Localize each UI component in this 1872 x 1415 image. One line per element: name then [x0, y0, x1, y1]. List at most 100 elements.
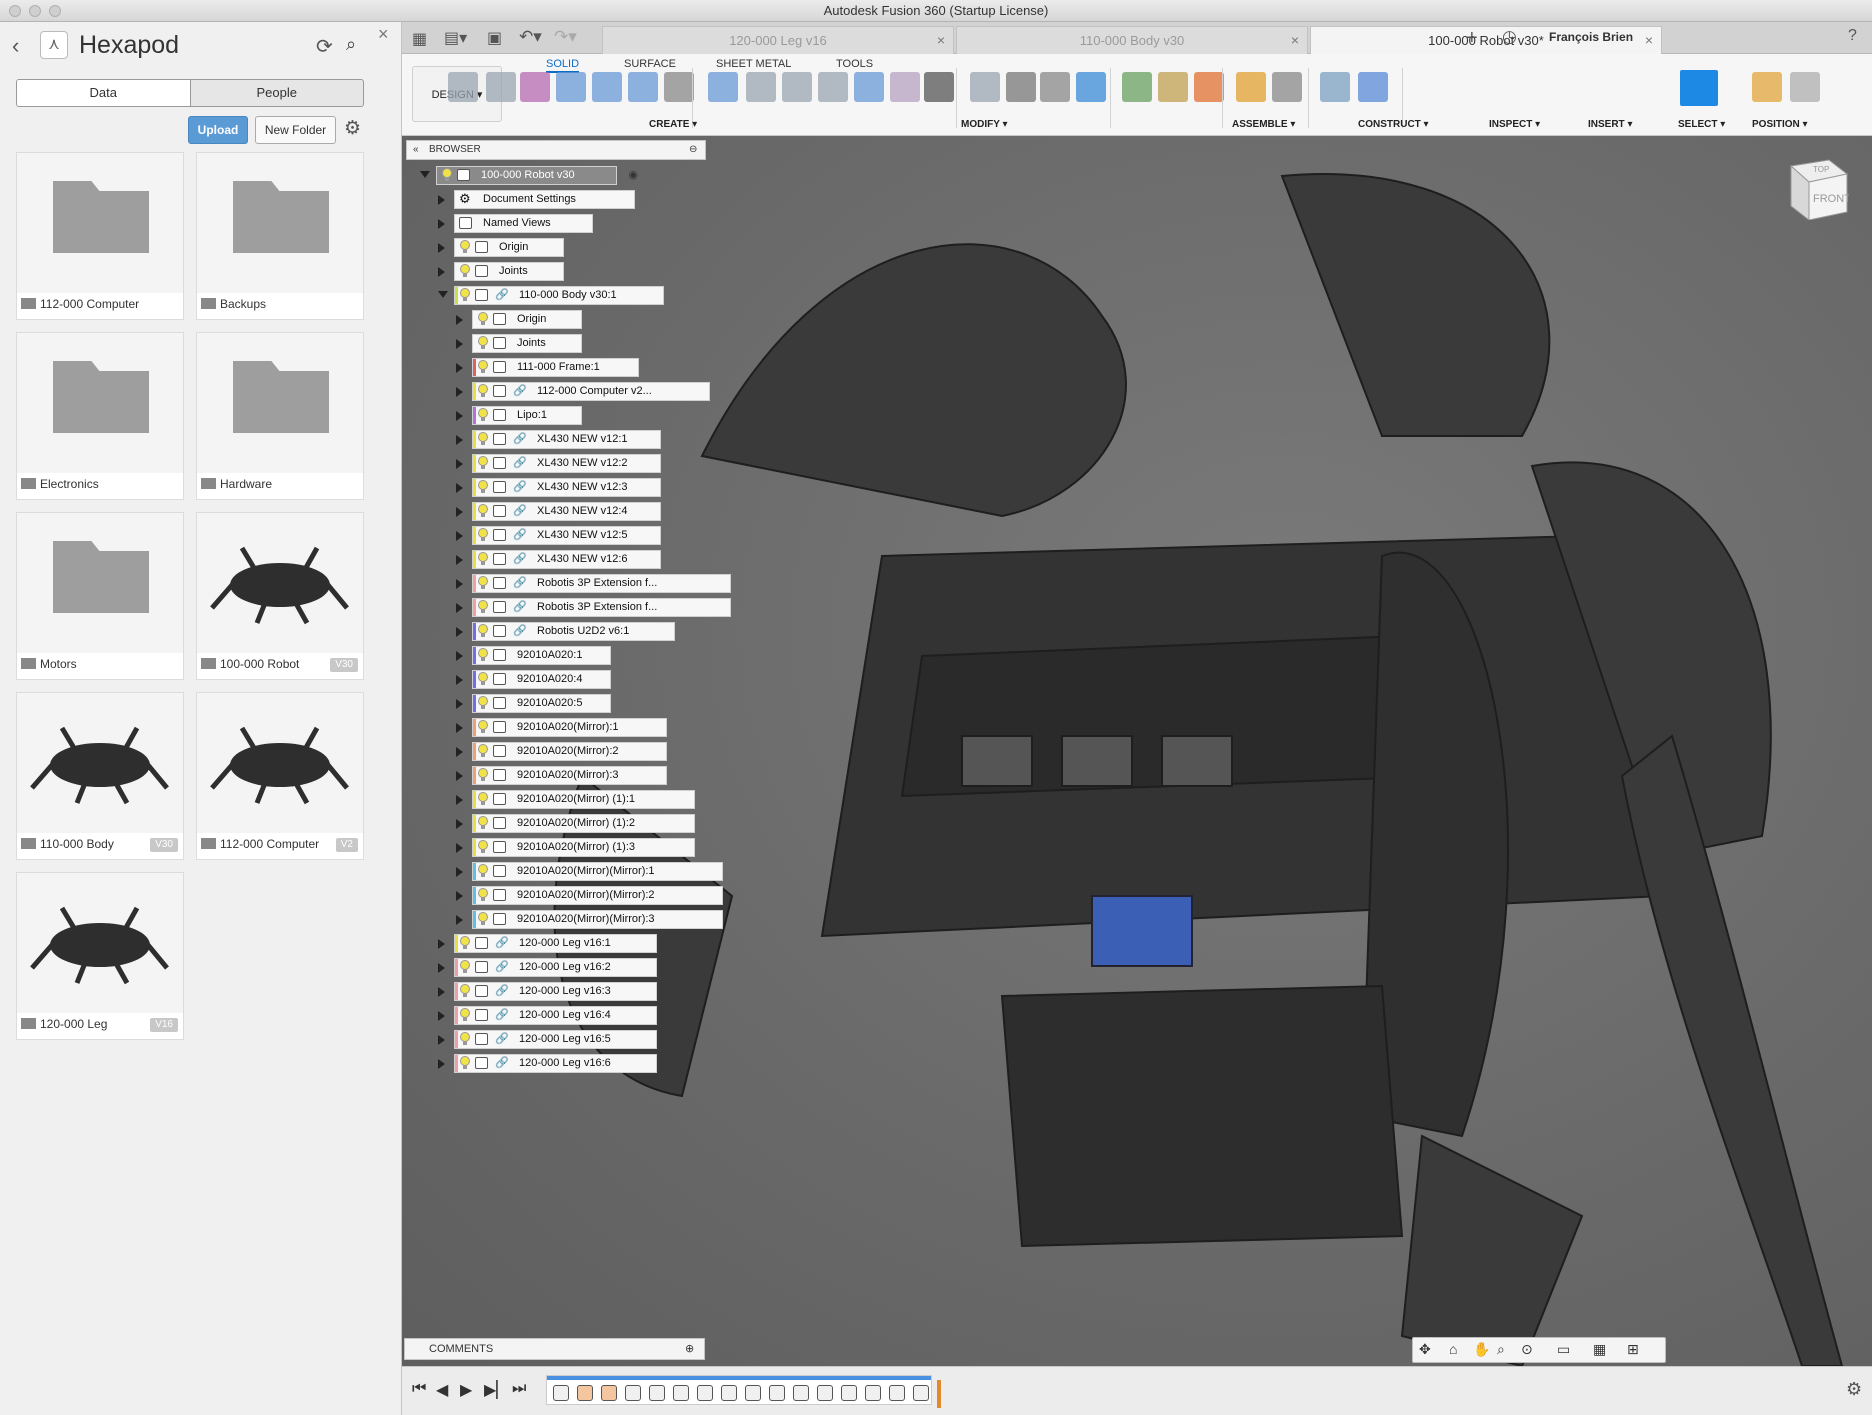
- browser-node[interactable]: 🔗 Robotis 3P Extension f...: [472, 598, 731, 617]
- orbit-icon[interactable]: ✥: [1419, 1341, 1431, 1358]
- expand-arrow-icon[interactable]: [438, 219, 445, 229]
- expand-arrow-icon[interactable]: [456, 411, 463, 421]
- browser-node[interactable]: 🔗 Robotis U2D2 v6:1: [472, 622, 675, 641]
- expand-arrow-icon[interactable]: [438, 267, 445, 277]
- tool-icon[interactable]: [782, 72, 812, 102]
- visibility-toggle[interactable]: [477, 624, 489, 638]
- expand-arrow-icon[interactable]: [438, 963, 445, 973]
- design-tile[interactable]: 120-000 Leg V16: [16, 872, 184, 1040]
- folder-tile[interactable]: Electronics: [16, 332, 184, 500]
- browser-options-icon[interactable]: ⊖: [689, 141, 697, 159]
- expand-arrow-icon[interactable]: [456, 603, 463, 613]
- browser-node[interactable]: 92010A020(Mirror):2: [472, 742, 667, 761]
- comments-panel[interactable]: COMMENTS ⊕: [404, 1338, 705, 1360]
- timeline-feature-icon[interactable]: [625, 1385, 641, 1401]
- browser-node[interactable]: 🔗 120-000 Leg v16:4: [454, 1006, 657, 1025]
- timeline-settings-icon[interactable]: ⚙: [1846, 1379, 1862, 1400]
- tool-icon[interactable]: [1194, 72, 1224, 102]
- browser-node[interactable]: 92010A020(Mirror)(Mirror):2: [472, 886, 723, 905]
- expand-arrow-icon[interactable]: [456, 555, 463, 565]
- visibility-toggle[interactable]: [477, 312, 489, 326]
- tool-icon[interactable]: [628, 72, 658, 102]
- go-to-start-icon[interactable]: ⏮: [412, 1380, 426, 1398]
- collapse-arrow-icon[interactable]: [420, 171, 430, 178]
- position-menu[interactable]: POSITION ▾: [1752, 119, 1808, 130]
- expand-arrow-icon[interactable]: [456, 483, 463, 493]
- visibility-toggle[interactable]: [459, 1056, 471, 1070]
- browser-node[interactable]: 🔗 XL430 NEW v12:3: [472, 478, 661, 497]
- timeline-feature-icon[interactable]: [673, 1385, 689, 1401]
- gear-icon[interactable]: ⚙: [344, 117, 361, 140]
- tool-icon[interactable]: [486, 72, 516, 102]
- timeline-feature-icon[interactable]: [817, 1385, 833, 1401]
- expand-arrow-icon[interactable]: [456, 507, 463, 517]
- browser-node[interactable]: 🔗 XL430 NEW v12:1: [472, 430, 661, 449]
- search-icon[interactable]: ⌕: [346, 34, 356, 55]
- visibility-toggle[interactable]: [477, 768, 489, 782]
- visibility-toggle[interactable]: [459, 1008, 471, 1022]
- tool-icon[interactable]: [924, 72, 954, 102]
- expand-arrow-icon[interactable]: [456, 435, 463, 445]
- expand-arrow-icon[interactable]: [438, 939, 445, 949]
- display-settings-icon[interactable]: ▭: [1557, 1341, 1570, 1358]
- expand-arrow-icon[interactable]: [456, 843, 463, 853]
- expand-arrow-icon[interactable]: [456, 339, 463, 349]
- expand-arrow-icon[interactable]: [456, 747, 463, 757]
- expand-arrow-icon[interactable]: [456, 723, 463, 733]
- browser-node[interactable]: Origin: [472, 310, 582, 329]
- tool-icon[interactable]: [1358, 72, 1388, 102]
- visibility-toggle[interactable]: [459, 264, 471, 278]
- browser-node[interactable]: 100-000 Robot v30 ◉: [436, 166, 638, 185]
- timeline-marker[interactable]: [937, 1380, 941, 1408]
- tool-icon[interactable]: [818, 72, 848, 102]
- visibility-toggle[interactable]: [477, 408, 489, 422]
- browser-node[interactable]: 🔗 XL430 NEW v12:4: [472, 502, 661, 521]
- close-icon[interactable]: ×: [378, 24, 389, 45]
- tool-icon[interactable]: [1272, 72, 1302, 102]
- folder-tile[interactable]: 112-000 Computer: [16, 152, 184, 320]
- redo-icon[interactable]: ↷▾: [554, 27, 577, 47]
- browser-node[interactable]: 🔗 XL430 NEW v12:6: [472, 550, 661, 569]
- expand-arrow-icon[interactable]: [456, 867, 463, 877]
- expand-arrow-icon[interactable]: [438, 195, 445, 205]
- assemble-menu[interactable]: ASSEMBLE ▾: [1232, 119, 1295, 130]
- minimize-window-button[interactable]: [29, 5, 41, 17]
- upload-button[interactable]: Upload: [188, 116, 248, 144]
- visibility-toggle[interactable]: [477, 384, 489, 398]
- tool-icon[interactable]: [448, 72, 478, 102]
- browser-node[interactable]: 92010A020:4: [472, 670, 611, 689]
- timeline-feature-icon[interactable]: [601, 1385, 617, 1401]
- create-menu[interactable]: CREATE ▾: [649, 119, 697, 130]
- timeline-feature-icon[interactable]: [649, 1385, 665, 1401]
- browser-node[interactable]: Origin: [454, 238, 564, 257]
- new-tab-icon[interactable]: +: [1466, 27, 1478, 50]
- tool-icon[interactable]: [746, 72, 776, 102]
- folder-tile[interactable]: Motors: [16, 512, 184, 680]
- visibility-toggle[interactable]: [477, 672, 489, 686]
- expand-arrow-icon[interactable]: [456, 531, 463, 541]
- tool-icon[interactable]: [1236, 72, 1266, 102]
- browser-node[interactable]: 92010A020(Mirror):3: [472, 766, 667, 785]
- folder-tile[interactable]: Hardware: [196, 332, 364, 500]
- grid-settings-icon[interactable]: ▦: [1593, 1341, 1606, 1358]
- insert-menu[interactable]: INSERT ▾: [1588, 119, 1632, 130]
- modify-menu[interactable]: MODIFY ▾: [961, 119, 1008, 130]
- collapse-browser-icon[interactable]: «: [413, 141, 419, 159]
- browser-node[interactable]: 92010A020:5: [472, 694, 611, 713]
- expand-arrow-icon[interactable]: [438, 1035, 445, 1045]
- inspect-menu[interactable]: INSPECT ▾: [1489, 119, 1540, 130]
- browser-node[interactable]: 🔗 110-000 Body v30:1: [454, 286, 664, 305]
- browser-node[interactable]: 🔗 Robotis 3P Extension f...: [472, 574, 731, 593]
- undo-icon[interactable]: ↶▾: [519, 27, 542, 47]
- tool-icon[interactable]: [556, 72, 586, 102]
- visibility-toggle[interactable]: [477, 816, 489, 830]
- visibility-toggle[interactable]: [477, 480, 489, 494]
- timeline-feature-icon[interactable]: [697, 1385, 713, 1401]
- timeline-feature-icon[interactable]: [721, 1385, 737, 1401]
- close-window-button[interactable]: [9, 5, 21, 17]
- browser-node[interactable]: 92010A020(Mirror)(Mirror):1: [472, 862, 723, 881]
- viewports-icon[interactable]: ⊞: [1627, 1341, 1639, 1358]
- browser-node[interactable]: 92010A020(Mirror) (1):3: [472, 838, 695, 857]
- expand-arrow-icon[interactable]: [456, 651, 463, 661]
- visibility-toggle[interactable]: [477, 864, 489, 878]
